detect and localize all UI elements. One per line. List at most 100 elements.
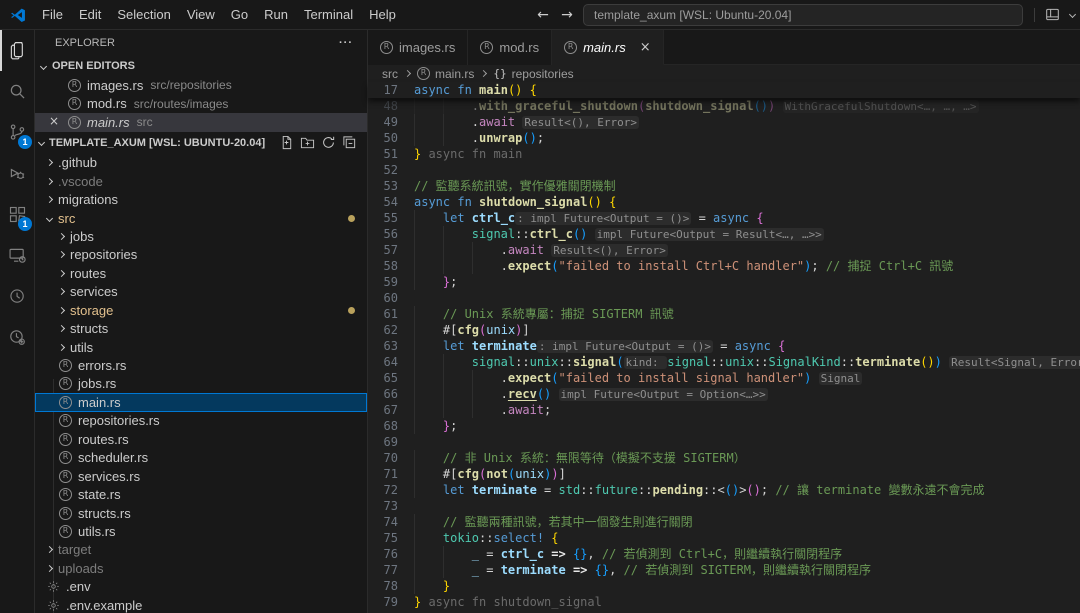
tree-item-.env.example[interactable]: .env.example [35, 596, 367, 613]
code-line-58[interactable]: 58.expect("failed to install Ctrl+C hand… [368, 258, 1080, 274]
tree-item-utils.rs[interactable]: Rutils.rs [35, 522, 367, 540]
code-line-55[interactable]: 55let ctrl_c: impl Future<Output = ()> =… [368, 210, 1080, 226]
tree-item-structs[interactable]: structs [35, 319, 367, 337]
line-number[interactable]: 48 [368, 98, 398, 114]
code-area[interactable]: 17async fn main() { 48.with_graceful_shu… [368, 82, 1080, 613]
open-editor-images.rs[interactable]: Rimages.rssrc/repositories [35, 76, 367, 95]
line-number[interactable]: 56 [368, 226, 398, 242]
code-line-56[interactable]: 56signal::ctrl_c() impl Future<Output = … [368, 226, 1080, 242]
code-line-79[interactable]: 79} async fn shutdown_signal [368, 594, 1080, 610]
tree-item-routes[interactable]: routes [35, 264, 367, 282]
code-line-73[interactable]: 73 [368, 498, 1080, 514]
project-section-header[interactable]: TEMPLATE_AXUM [WSL: UBUNTU-20.04] [35, 132, 367, 154]
line-number[interactable]: 52 [368, 162, 398, 178]
code-line-62[interactable]: 62#[cfg(unix)] [368, 322, 1080, 338]
line-number[interactable]: 50 [368, 130, 398, 146]
line-number[interactable]: 51 [368, 146, 398, 162]
breadcrumb-item-src[interactable]: src [382, 67, 398, 81]
code-line-64[interactable]: 64signal::unix::signal(kind: signal::uni… [368, 354, 1080, 370]
activitybar-search[interactable] [0, 71, 34, 112]
line-number[interactable]: 54 [368, 194, 398, 210]
close-icon[interactable]: × [49, 114, 59, 128]
code-line-68[interactable]: 68}; [368, 418, 1080, 434]
code-line-74[interactable]: 74// 監聽兩種訊號，若其中一個發生則進行關閉 [368, 514, 1080, 530]
back-button[interactable]: ← [531, 3, 555, 27]
refresh-button[interactable] [321, 135, 336, 150]
code-line-48[interactable]: 48.with_graceful_shutdown(shutdown_signa… [368, 98, 1080, 114]
tree-item-.vscode[interactable]: .vscode [35, 172, 367, 190]
tree-item-jobs[interactable]: jobs [35, 227, 367, 245]
views-more-actions-button[interactable]: ··· [339, 37, 353, 49]
tree-item-state.rs[interactable]: Rstate.rs [35, 485, 367, 503]
tree-item-storage[interactable]: storage [35, 301, 367, 319]
collapse-folders-button[interactable] [342, 135, 357, 150]
open-editor-main.rs[interactable]: ×Rmain.rssrc [35, 113, 367, 132]
breadcrumb-item-main.rs[interactable]: Rmain.rs [417, 67, 474, 81]
close-icon[interactable]: × [640, 40, 651, 55]
tree-item-main.rs[interactable]: Rmain.rs [35, 393, 367, 411]
line-number[interactable]: 65 [368, 370, 398, 386]
line-number[interactable]: 72 [368, 482, 398, 498]
open-editors-header[interactable]: OPEN EDITORS [35, 56, 367, 76]
tree-item-.github[interactable]: .github [35, 154, 367, 172]
menu-terminal[interactable]: Terminal [296, 4, 361, 26]
line-number[interactable]: 75 [368, 530, 398, 546]
tree-item-routes.rs[interactable]: Rroutes.rs [35, 430, 367, 448]
code-line-65[interactable]: 65.expect("failed to install signal hand… [368, 370, 1080, 386]
line-number[interactable]: 53 [368, 178, 398, 194]
tree-item-repositories.rs[interactable]: Rrepositories.rs [35, 412, 367, 430]
tab-images.rs[interactable]: Rimages.rs [368, 30, 468, 65]
menu-selection[interactable]: Selection [109, 4, 178, 26]
tree-item-utils[interactable]: utils [35, 338, 367, 356]
line-number[interactable]: 64 [368, 354, 398, 370]
activitybar-extensions[interactable]: 1 [0, 194, 34, 235]
menu-edit[interactable]: Edit [71, 4, 109, 26]
code-line-78[interactable]: 78} [368, 578, 1080, 594]
code-line-76[interactable]: 76_ = ctrl_c => {}, // 若偵測到 Ctrl+C，則繼續執行… [368, 546, 1080, 562]
line-number[interactable]: 79 [368, 594, 398, 610]
activitybar-run-debug[interactable] [0, 153, 34, 194]
line-number[interactable]: 17 [368, 82, 398, 98]
line-number[interactable]: 73 [368, 498, 398, 514]
line-number[interactable]: 74 [368, 514, 398, 530]
code-line-77[interactable]: 77_ = terminate => {}, // 若偵測到 SIGTERM，則… [368, 562, 1080, 578]
line-number[interactable]: 78 [368, 578, 398, 594]
tree-item-migrations[interactable]: migrations [35, 190, 367, 208]
tab-mod.rs[interactable]: Rmod.rs [468, 30, 552, 65]
code-line-69[interactable]: 69 [368, 434, 1080, 450]
code-line-59[interactable]: 59}; [368, 274, 1080, 290]
code-line-71[interactable]: 71#[cfg(not(unix))] [368, 466, 1080, 482]
code-line-54[interactable]: 54async fn shutdown_signal() { [368, 194, 1080, 210]
line-number[interactable]: 62 [368, 322, 398, 338]
tree-item-jobs.rs[interactable]: Rjobs.rs [35, 375, 367, 393]
line-number[interactable]: 57 [368, 242, 398, 258]
code-line-51[interactable]: 51} async fn main [368, 146, 1080, 162]
code-line-61[interactable]: 61// Unix 系統專屬：捕捉 SIGTERM 訊號 [368, 306, 1080, 322]
code-line-66[interactable]: 66.recv() impl Future<Output = Option<…>… [368, 386, 1080, 402]
code-line-72[interactable]: 72let terminate = std::future::pending::… [368, 482, 1080, 498]
command-center[interactable]: template_axum [WSL: Ubuntu-20.04] [583, 4, 1023, 26]
code-line-63[interactable]: 63let terminate: impl Future<Output = ()… [368, 338, 1080, 354]
activitybar-extension-clock[interactable] [0, 276, 34, 317]
code-line-57[interactable]: 57.await Result<(), Error> [368, 242, 1080, 258]
code-line-67[interactable]: 67.await; [368, 402, 1080, 418]
layout-dropdown-chevron[interactable] [1064, 3, 1080, 27]
activitybar-remote-explorer[interactable] [0, 235, 34, 276]
menu-file[interactable]: File [34, 4, 71, 26]
new-file-button[interactable] [279, 135, 294, 150]
tree-item-errors.rs[interactable]: Rerrors.rs [35, 356, 367, 374]
tree-item-.env[interactable]: .env [35, 578, 367, 596]
menu-view[interactable]: View [179, 4, 223, 26]
tree-item-structs.rs[interactable]: Rstructs.rs [35, 504, 367, 522]
new-folder-button[interactable] [300, 135, 315, 150]
open-editor-mod.rs[interactable]: Rmod.rssrc/routes/images [35, 95, 367, 114]
breadcrumb-item-repositories[interactable]: {}repositories [493, 67, 573, 81]
line-number[interactable]: 68 [368, 418, 398, 434]
activitybar-source-control[interactable]: 1 [0, 112, 34, 153]
forward-button[interactable]: → [555, 3, 579, 27]
line-number[interactable]: 58 [368, 258, 398, 274]
line-number[interactable]: 69 [368, 434, 398, 450]
line-number[interactable]: 60 [368, 290, 398, 306]
line-number[interactable]: 76 [368, 546, 398, 562]
line-number[interactable]: 77 [368, 562, 398, 578]
